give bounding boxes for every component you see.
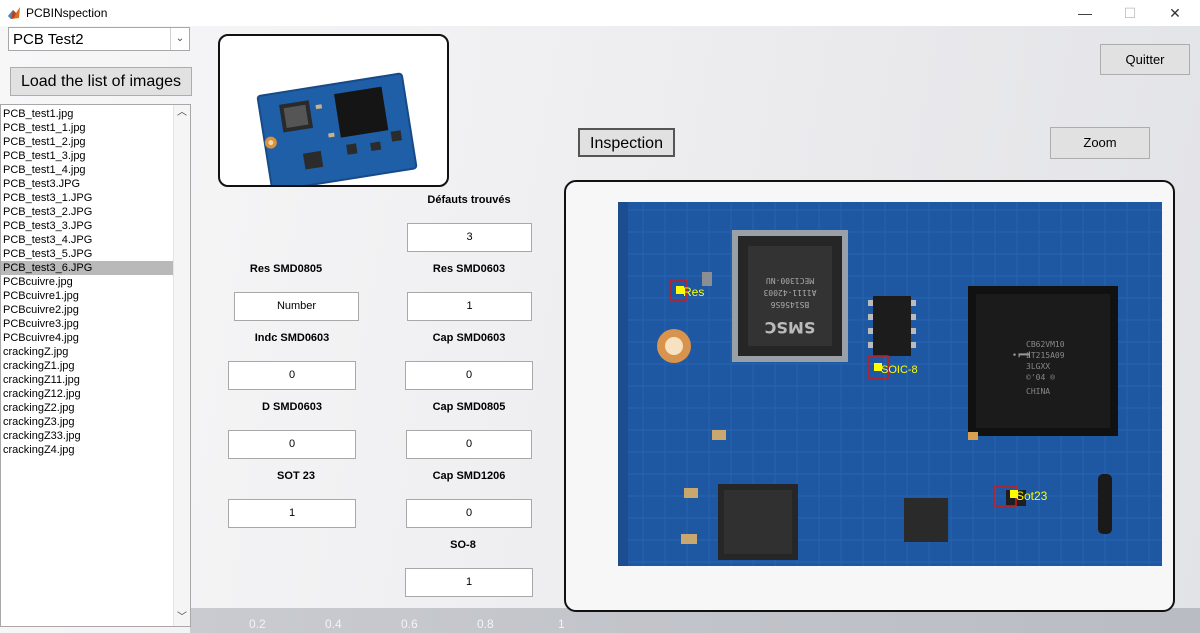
cap0805-label: Cap SMD0805 [432, 401, 506, 413]
pcb-dropdown[interactable]: PCB Test2 ⌄ [8, 27, 190, 51]
axis-tick: 0.4 [325, 617, 342, 631]
smsc-chip-text: BS1456S6 [771, 300, 810, 309]
indc0603-field[interactable]: 0 [228, 361, 356, 390]
image-list[interactable]: PCB_test1.jpg PCB_test1_1.jpg PCB_test1_2.… [0, 104, 191, 627]
list-item[interactable]: PCB_test3_3.JPG [1, 219, 175, 233]
list-item[interactable]: crackingZ33.jpg [1, 429, 175, 443]
list-item[interactable]: PCBcuivre1.jpg [1, 289, 175, 303]
list-item[interactable]: crackingZ1.jpg [1, 359, 175, 373]
smsc-logo: SMSC [765, 318, 816, 337]
d0603-field[interactable]: 0 [228, 430, 356, 459]
list-item[interactable]: PCB_test3_5.JPG [1, 247, 175, 261]
list-item[interactable]: crackingZ11.jpg [1, 373, 175, 387]
axis-tick: 0.2 [249, 617, 266, 631]
marker-label-soic: SOIC-8 [881, 364, 918, 376]
cap1206-field[interactable]: 0 [406, 499, 532, 528]
list-item[interactable]: PCB_test1_2.jpg [1, 135, 175, 149]
list-item[interactable]: PCBcuivre3.jpg [1, 317, 175, 331]
quit-button[interactable]: Quitter [1100, 44, 1190, 75]
list-item[interactable]: PCBcuivre2.jpg [1, 303, 175, 317]
scroll-down-icon[interactable]: ﹀ [174, 610, 190, 626]
list-item[interactable]: PCB_test3_4.JPG [1, 233, 175, 247]
res0603-label: Res SMD0603 [432, 263, 506, 275]
inspection-image-frame: MEC1300-NU A1111-42003 BS1456S6 SMSC i C… [564, 180, 1175, 612]
res0805-label: Res SMD0805 [249, 263, 323, 275]
axis-tick: 0.6 [401, 617, 418, 631]
intel-chip-text: LT215A09 [1026, 351, 1065, 360]
intel-chip-text: CB62VM10 [1026, 340, 1065, 349]
list-item[interactable]: crackingZ2.jpg [1, 401, 175, 415]
cap1206-label: Cap SMD1206 [432, 470, 506, 482]
smsc-chip-text: A1111-42003 [763, 288, 816, 297]
list-item[interactable]: PCB_test3.JPG [1, 177, 175, 191]
list-item[interactable]: PCB_test1_4.jpg [1, 163, 175, 177]
list-item[interactable]: crackingZ.jpg [1, 345, 175, 359]
list-item[interactable]: PCB_test1_1.jpg [1, 121, 175, 135]
cap0603-label: Cap SMD0603 [432, 332, 506, 344]
load-images-button[interactable]: Load the list of images [10, 67, 192, 96]
intel-chip-text: 3LGXX [1026, 362, 1050, 371]
list-item[interactable]: PCB_test3_6.JPG [1, 261, 175, 275]
axis-tick: 1 [558, 617, 565, 631]
list-item[interactable]: PCB_test1.jpg [1, 107, 175, 121]
intel-chip-text: ©'04 ® [1026, 373, 1055, 382]
image-list-items: PCB_test1.jpg PCB_test1_1.jpg PCB_test1_2.… [1, 107, 175, 457]
list-item[interactable]: PCBcuivre4.jpg [1, 331, 175, 345]
list-item[interactable]: PCBcuivre.jpg [1, 275, 175, 289]
window-title: PCBINspection [26, 6, 108, 20]
so8-field[interactable]: 1 [405, 568, 533, 597]
dropdown-value: PCB Test2 [13, 31, 84, 48]
list-item[interactable]: crackingZ12.jpg [1, 387, 175, 401]
pcb-inspection-image: MEC1300-NU A1111-42003 BS1456S6 SMSC i C… [618, 202, 1162, 566]
chevron-down-icon[interactable]: ⌄ [170, 28, 189, 50]
close-button[interactable]: ✕ [1152, 0, 1198, 26]
defauts-field[interactable]: 3 [407, 223, 532, 252]
zoom-button[interactable]: Zoom [1050, 127, 1150, 159]
thumbnail-frame [218, 34, 449, 187]
title-bar: PCBINspection — ☐ ✕ [0, 0, 1200, 26]
list-item[interactable]: crackingZ4.jpg [1, 443, 175, 457]
sot23-field[interactable]: 1 [228, 499, 356, 528]
inspection-button[interactable]: Inspection [578, 128, 675, 157]
matlab-app-icon [8, 7, 20, 19]
res0805-field[interactable]: Number [234, 292, 359, 321]
marker-label-sot23: Sot23 [1016, 489, 1048, 503]
maximize-button[interactable]: ☐ [1107, 0, 1153, 26]
list-item[interactable]: PCB_test3_2.JPG [1, 205, 175, 219]
pcb-thumbnail-image [256, 72, 418, 185]
scroll-up-icon[interactable]: ︿ [174, 105, 190, 121]
list-item[interactable]: PCB_test1_3.jpg [1, 149, 175, 163]
d0603-label: D SMD0603 [262, 401, 322, 413]
list-item[interactable]: PCB_test3_1.JPG [1, 191, 175, 205]
so8-label: SO-8 [450, 539, 476, 551]
indc0603-label: Indc SMD0603 [254, 332, 330, 344]
vertical-scrollbar[interactable]: ︿ ﹀ [173, 105, 190, 626]
cap0603-field[interactable]: 0 [405, 361, 533, 390]
minimize-button[interactable]: — [1062, 0, 1108, 26]
list-item[interactable]: crackingZ3.jpg [1, 415, 175, 429]
marker-label-res: Res [683, 285, 704, 299]
res0603-field[interactable]: 1 [407, 292, 532, 321]
cap0805-field[interactable]: 0 [406, 430, 532, 459]
sot23-label: SOT 23 [277, 470, 315, 482]
smsc-chip-text: MEC1300-NU [766, 276, 814, 285]
intel-chip-text: CHINA [1026, 387, 1050, 396]
defauts-label: Défauts trouvés [427, 194, 511, 206]
axis-tick: 0.8 [477, 617, 494, 631]
